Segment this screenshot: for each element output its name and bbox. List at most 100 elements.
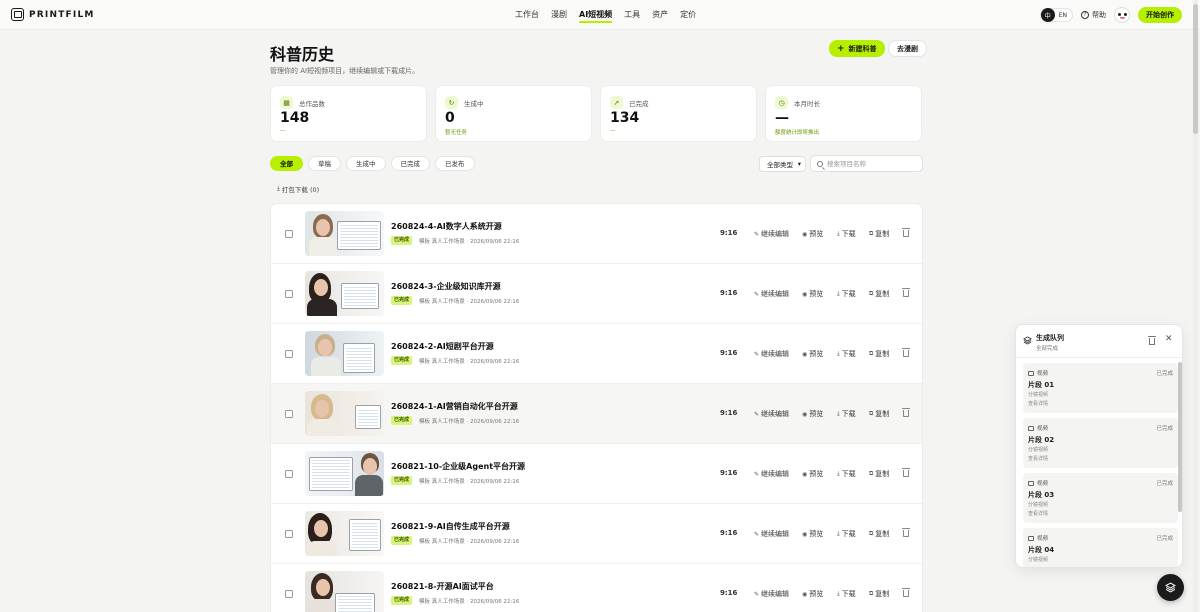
search-input[interactable] (827, 159, 917, 168)
project-title[interactable]: 260821-10-企业级Agent平台开源 (391, 461, 525, 472)
brand-logo[interactable]: PRINTFILM (11, 8, 95, 21)
user-avatar[interactable] (1114, 7, 1130, 23)
queue-item[interactable]: 视频 已完成 片段 02 分镜视频 查看详情 (1023, 418, 1178, 468)
language-toggle[interactable]: 中 EN (1039, 8, 1073, 22)
help-link[interactable]: ? 帮助 (1081, 10, 1106, 20)
download-button[interactable]: ⤓ 下载 (837, 409, 856, 419)
project-row[interactable]: 260824-4-AI数字人系统开源 已完成 模板 真人工作场景 · 2026/… (271, 204, 922, 264)
row-checkbox[interactable] (285, 410, 293, 418)
queue-item-detail-link[interactable]: 查看详情 (1028, 455, 1048, 462)
copy-button[interactable]: ⧉ 复制 (869, 469, 889, 479)
edit-button[interactable]: ✎ 继续编辑 (754, 529, 789, 539)
project-row[interactable]: 260824-3-企业级知识库开源 已完成 模板 真人工作场景 · 2026/0… (271, 264, 922, 324)
preview-button[interactable]: ◉ 预览 (802, 469, 823, 479)
preview-button[interactable]: ◉ 预览 (802, 409, 823, 419)
project-row[interactable]: 260824-2-AI短剧平台开源 已完成 模板 真人工作场景 · 2026/0… (271, 324, 922, 384)
edit-button[interactable]: ✎ 继续编辑 (754, 469, 789, 479)
row-checkbox[interactable] (285, 230, 293, 238)
copy-button[interactable]: ⧉ 复制 (869, 529, 889, 539)
nav-item-ai-short-video[interactable]: AI短视频 (579, 0, 613, 30)
edit-button[interactable]: ✎ 继续编辑 (754, 289, 789, 299)
download-button[interactable]: ⤓ 下载 (837, 589, 856, 599)
nav-item-tools[interactable]: 工具 (624, 0, 640, 30)
preview-button[interactable]: ◉ 预览 (802, 529, 823, 539)
download-button[interactable]: ⤓ 下载 (837, 289, 856, 299)
project-row[interactable]: 260824-1-AI营销自动化平台开源 已完成 模板 真人工作场景 · 202… (271, 384, 922, 444)
filter-draft[interactable]: 草稿 (308, 156, 341, 171)
preview-button[interactable]: ◉ 预览 (802, 589, 823, 599)
generation-queue-panel: 生成队列 全部完成 ✕ 视频 已完成 片段 01 分镜视频 查看详情 视频 已完… (1015, 324, 1183, 568)
queue-toggle-button[interactable] (1157, 574, 1184, 601)
trash-icon[interactable] (902, 588, 910, 597)
aspect-ratio: 9:16 (720, 409, 738, 417)
edit-button[interactable]: ✎ 继续编辑 (754, 409, 789, 419)
filter-generating[interactable]: 生成中 (346, 156, 386, 171)
queue-scrollbar-thumb[interactable] (1178, 362, 1182, 512)
project-row[interactable]: 260821-8-开源AI面试平台 已完成 模板 真人工作场景 · 2026/0… (271, 564, 922, 612)
trash-icon[interactable] (902, 228, 910, 237)
trash-icon[interactable] (902, 408, 910, 417)
project-thumbnail[interactable] (305, 571, 384, 612)
edit-button[interactable]: ✎ 继续编辑 (754, 589, 789, 599)
queue-item[interactable]: 视频 已完成 片段 04 分镜视频 (1023, 528, 1178, 567)
clear-queue-trash-icon[interactable] (1148, 336, 1156, 345)
queue-item[interactable]: 视频 已完成 片段 01 分镜视频 查看详情 (1023, 363, 1178, 413)
row-checkbox[interactable] (285, 590, 293, 598)
type-select[interactable]: 全部类型 ▾ (759, 156, 806, 172)
download-button[interactable]: ⤓ 下载 (837, 529, 856, 539)
project-title[interactable]: 260824-3-企业级知识库开源 (391, 281, 501, 292)
new-popular-science-button[interactable]: + 新建科普 (829, 40, 885, 57)
page-scrollbar-thumb[interactable] (1193, 4, 1198, 134)
download-button[interactable]: ⤓ 下载 (837, 229, 856, 239)
nav-item-assets[interactable]: 资产 (652, 0, 668, 30)
trash-icon[interactable] (902, 348, 910, 357)
nav-item-pricing[interactable]: 定价 (680, 0, 696, 30)
project-thumbnail[interactable] (305, 211, 384, 256)
copy-button[interactable]: ⧉ 复制 (869, 409, 889, 419)
project-title[interactable]: 260824-1-AI营销自动化平台开源 (391, 401, 518, 412)
copy-button[interactable]: ⧉ 复制 (869, 289, 889, 299)
row-checkbox[interactable] (285, 350, 293, 358)
project-thumbnail[interactable] (305, 271, 384, 316)
project-thumbnail[interactable] (305, 391, 384, 436)
nav-item-comic-drama[interactable]: 漫剧 (551, 0, 567, 30)
project-title[interactable]: 260824-4-AI数字人系统开源 (391, 221, 502, 232)
project-title[interactable]: 260821-9-AI自传生成平台开源 (391, 521, 510, 532)
go-comic-drama-button[interactable]: 去漫剧 (888, 40, 927, 57)
copy-button[interactable]: ⧉ 复制 (869, 229, 889, 239)
row-checkbox[interactable] (285, 470, 293, 478)
page-scrollbar[interactable] (1193, 0, 1198, 612)
preview-button[interactable]: ◉ 预览 (802, 349, 823, 359)
preview-button[interactable]: ◉ 预览 (802, 289, 823, 299)
start-creating-button[interactable]: 开始创作 (1138, 7, 1182, 23)
edit-button[interactable]: ✎ 继续编辑 (754, 349, 789, 359)
nav-item-workbench[interactable]: 工作台 (515, 0, 539, 30)
row-checkbox[interactable] (285, 290, 293, 298)
trash-icon[interactable] (902, 468, 910, 477)
download-button[interactable]: ⤓ 下载 (837, 349, 856, 359)
project-thumbnail[interactable] (305, 451, 384, 496)
project-row[interactable]: 260821-9-AI自传生成平台开源 已完成 模板 真人工作场景 · 2026… (271, 504, 922, 564)
close-icon[interactable]: ✕ (1165, 334, 1173, 344)
filter-all[interactable]: 全部 (270, 156, 303, 171)
queue-item-detail-link[interactable]: 查看详情 (1028, 510, 1048, 517)
pack-download-button[interactable]: ⤓ 打包下载 (0) (277, 184, 319, 194)
download-button[interactable]: ⤓ 下载 (837, 469, 856, 479)
project-row[interactable]: 260821-10-企业级Agent平台开源 已完成 模板 真人工作场景 · 2… (271, 444, 922, 504)
filter-completed[interactable]: 已完成 (390, 156, 430, 171)
queue-item-detail-link[interactable]: 查看详情 (1028, 400, 1048, 407)
row-checkbox[interactable] (285, 530, 293, 538)
preview-button[interactable]: ◉ 预览 (802, 229, 823, 239)
trash-icon[interactable] (902, 528, 910, 537)
project-thumbnail[interactable] (305, 511, 384, 556)
project-title[interactable]: 260824-2-AI短剧平台开源 (391, 341, 494, 352)
project-title[interactable]: 260821-8-开源AI面试平台 (391, 581, 494, 592)
filter-published[interactable]: 已发布 (435, 156, 475, 171)
copy-button[interactable]: ⧉ 复制 (869, 349, 889, 359)
queue-item[interactable]: 视频 已完成 片段 03 分镜视频 查看详情 (1023, 473, 1178, 523)
edit-button[interactable]: ✎ 继续编辑 (754, 229, 789, 239)
project-thumbnail[interactable] (305, 331, 384, 376)
trash-icon[interactable] (902, 288, 910, 297)
copy-button[interactable]: ⧉ 复制 (869, 589, 889, 599)
search-box[interactable] (810, 155, 923, 172)
